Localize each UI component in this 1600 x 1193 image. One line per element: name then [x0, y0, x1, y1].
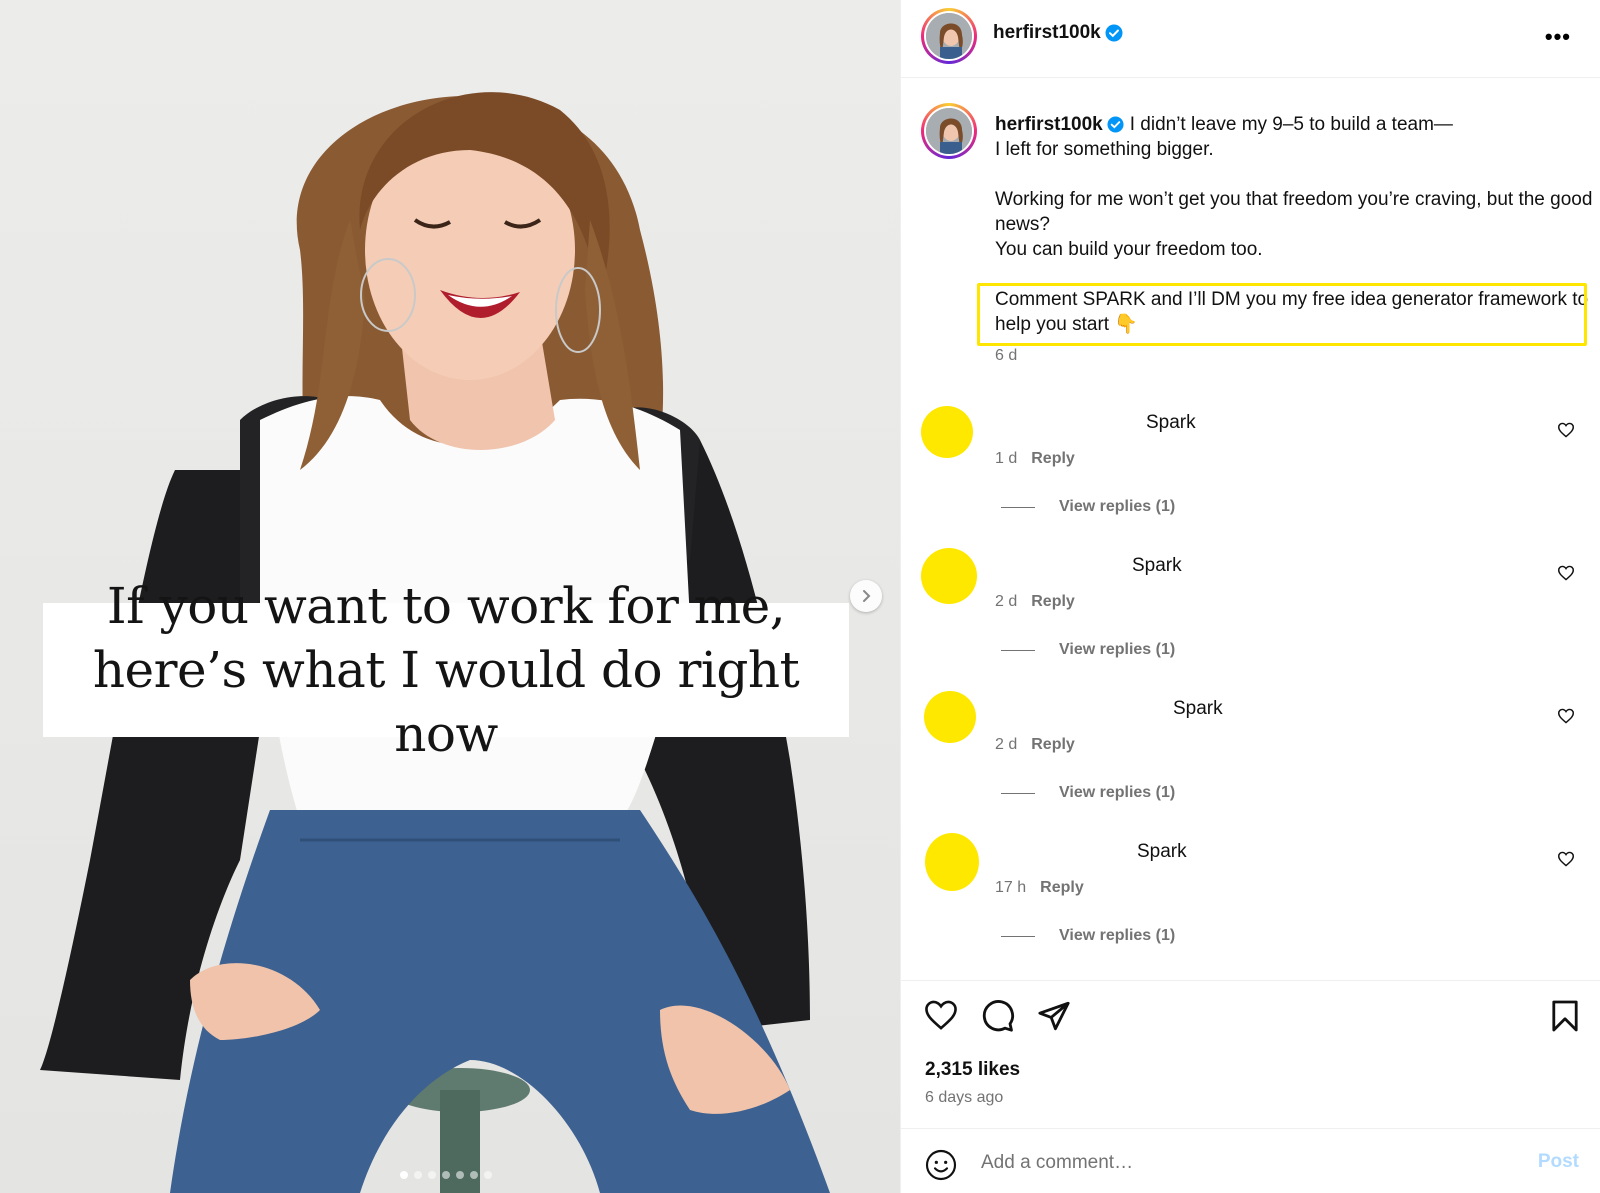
carousel-next-button[interactable] — [850, 580, 882, 612]
view-replies-button[interactable]: View replies (1) — [1001, 498, 1175, 516]
verified-badge-icon — [1107, 116, 1124, 134]
comment-time[interactable]: 1 d — [995, 450, 1017, 467]
post-date: 6 days ago — [925, 1089, 1004, 1106]
carousel-dot — [414, 1171, 422, 1179]
comment-item: Spark 17 h Reply View replies (1) — [901, 829, 1600, 969]
author-username-text[interactable]: herfirst100k — [993, 22, 1101, 43]
bookmark-icon[interactable] — [1551, 999, 1579, 1033]
divider-line — [1001, 935, 1035, 937]
carousel-dot — [484, 1171, 492, 1179]
emoji-icon[interactable] — [925, 1149, 957, 1181]
divider-line — [1001, 649, 1035, 651]
reply-button[interactable]: Reply — [1031, 450, 1075, 467]
post-media: If you want to work for me, here’s what … — [0, 0, 900, 1193]
comment-avatar[interactable] — [925, 833, 979, 891]
share-send-icon[interactable] — [1037, 999, 1071, 1033]
carousel-dot — [442, 1171, 450, 1179]
comment-avatar[interactable] — [921, 406, 973, 458]
comment-text: Spark — [1132, 555, 1182, 576]
comment-item: Spark 2 d Reply View replies (1) — [901, 686, 1600, 826]
carousel-dot — [400, 1171, 408, 1179]
divider-line — [1001, 792, 1035, 794]
caption-line: I didn’t leave my 9–5 to build a team— — [1129, 114, 1453, 135]
caption-line: Working for me won’t get you that freedo… — [995, 189, 1593, 235]
view-replies-button[interactable]: View replies (1) — [1001, 784, 1175, 802]
view-replies-label[interactable]: View replies (1) — [1059, 927, 1175, 945]
caption-username[interactable]: herfirst100k — [995, 114, 1103, 135]
comment-text: Spark — [1137, 841, 1187, 862]
comment-avatar[interactable] — [924, 691, 976, 743]
post-header: herfirst100k ••• — [901, 0, 1600, 78]
reply-button[interactable]: Reply — [1040, 879, 1084, 896]
post-sidebar: herfirst100k ••• herfirst100k I didn’t le… — [900, 0, 1600, 1193]
carousel-dots — [400, 1171, 492, 1179]
comment-meta: 2 d Reply — [995, 593, 1075, 611]
caption-timestamp[interactable]: 6 d — [995, 347, 1017, 365]
view-replies-label[interactable]: View replies (1) — [1059, 784, 1175, 802]
caption-text: herfirst100k I didn’t leave my 9–5 to bui… — [995, 112, 1595, 337]
overlay-caption: If you want to work for me, here’s what … — [43, 577, 849, 763]
heart-icon[interactable] — [1557, 422, 1575, 438]
overlay-caption-text: If you want to work for me, here’s what … — [92, 577, 800, 763]
comment-time[interactable]: 2 d — [995, 593, 1017, 610]
comment-item: Spark 1 d Reply View replies (1) — [901, 400, 1600, 540]
comment-avatar[interactable] — [921, 548, 977, 604]
author-username[interactable]: herfirst100k — [993, 22, 1123, 44]
view-replies-button[interactable]: View replies (1) — [1001, 927, 1175, 945]
comment-composer: Post — [901, 1128, 1600, 1193]
caption-author-avatar[interactable] — [921, 103, 977, 159]
divider-line — [1001, 506, 1035, 508]
comment-bubble-icon[interactable] — [981, 999, 1015, 1033]
chevron-right-icon — [863, 590, 871, 602]
verified-badge-icon — [1105, 24, 1123, 42]
comment-time[interactable]: 2 d — [995, 736, 1017, 753]
heart-icon[interactable] — [1557, 565, 1575, 581]
reply-button[interactable]: Reply — [1031, 593, 1075, 610]
comment-meta: 2 d Reply — [995, 736, 1075, 754]
caption-line: I left for something bigger. — [995, 139, 1214, 160]
heart-icon[interactable] — [1557, 708, 1575, 724]
post-comment-button[interactable]: Post — [1538, 1151, 1579, 1173]
likes-count[interactable]: 2,315 likes — [925, 1059, 1020, 1081]
view-replies-label[interactable]: View replies (1) — [1059, 498, 1175, 516]
more-options-icon[interactable]: ••• — [1545, 24, 1571, 50]
reply-button[interactable]: Reply — [1031, 736, 1075, 753]
view-replies-label[interactable]: View replies (1) — [1059, 641, 1175, 659]
comment-input[interactable] — [981, 1147, 1521, 1179]
carousel-dot — [470, 1171, 478, 1179]
view-replies-button[interactable]: View replies (1) — [1001, 641, 1175, 659]
carousel-dot — [456, 1171, 464, 1179]
comment-text: Spark — [1173, 698, 1223, 719]
comment-meta: 1 d Reply — [995, 450, 1075, 468]
like-heart-icon[interactable] — [923, 999, 959, 1031]
heart-icon[interactable] — [1557, 851, 1575, 867]
author-avatar[interactable] — [921, 8, 977, 64]
post-actions: 2,315 likes 6 days ago Post — [901, 980, 1600, 1193]
comment-meta: 17 h Reply — [995, 879, 1084, 897]
comment-item: Spark 2 d Reply View replies (1) — [901, 543, 1600, 683]
caption-cta: Comment SPARK and I’ll DM you my free id… — [995, 289, 1589, 335]
comment-text: Spark — [1146, 412, 1196, 433]
carousel-dot — [428, 1171, 436, 1179]
comment-time[interactable]: 17 h — [995, 879, 1026, 896]
caption-line: You can build your freedom too. — [995, 239, 1263, 260]
